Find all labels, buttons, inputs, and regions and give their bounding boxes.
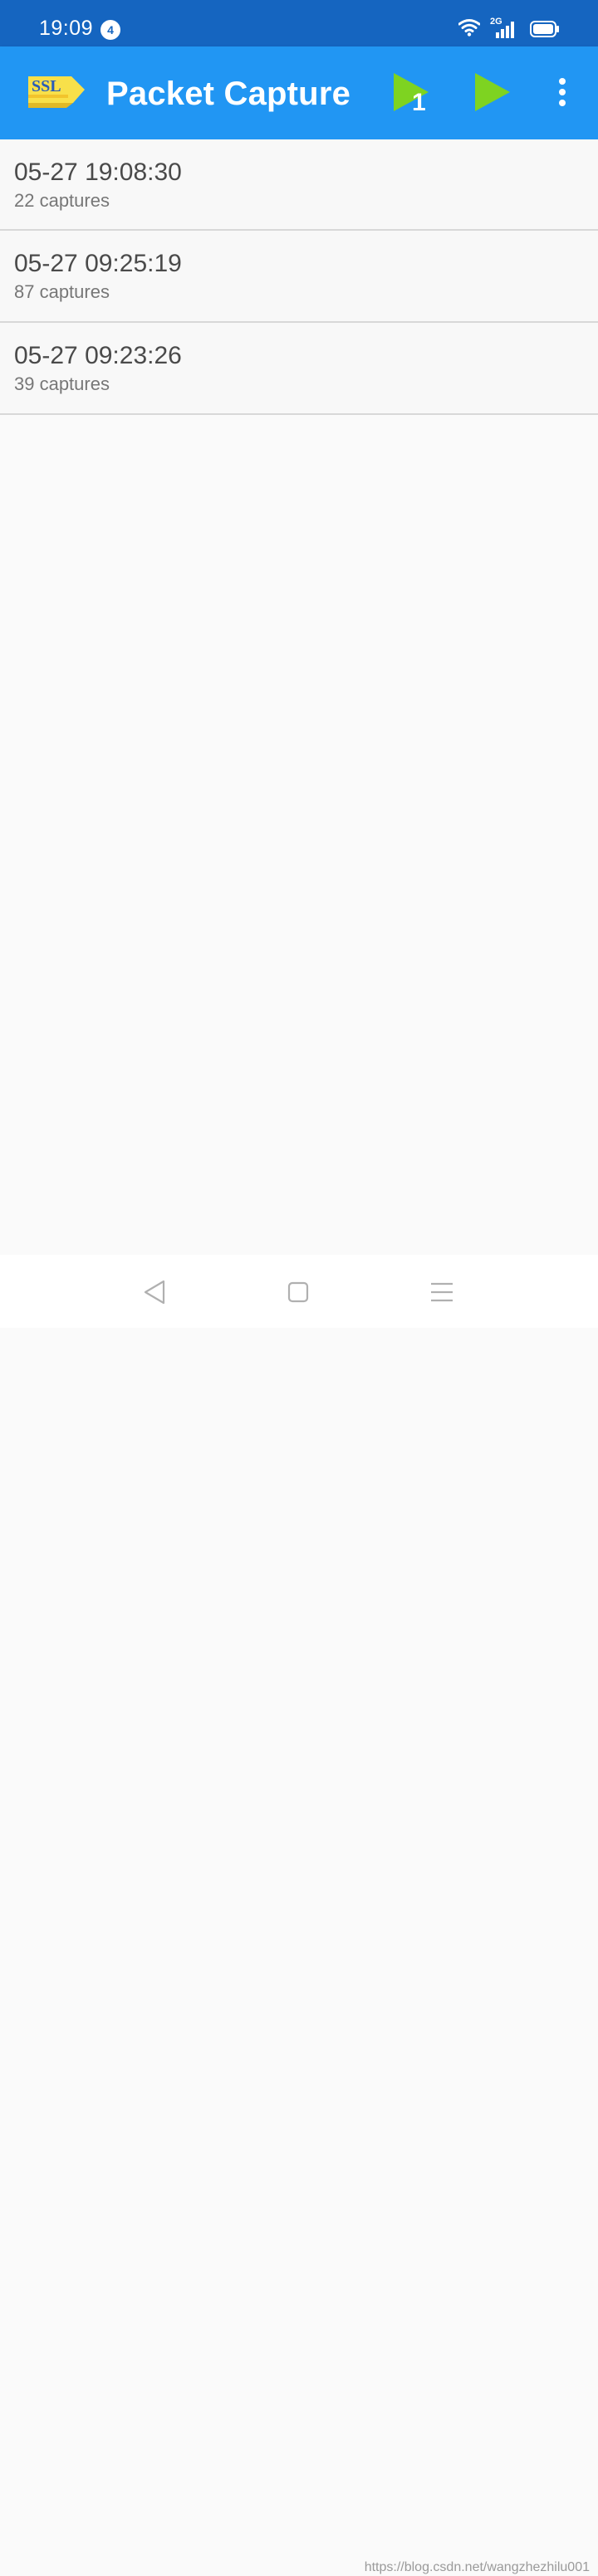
status-time: 19:09 bbox=[39, 17, 94, 40]
play-button[interactable] bbox=[463, 65, 520, 121]
session-item[interactable]: 05-27 19:08:30 22 captures bbox=[0, 139, 598, 231]
session-count: 22 captures bbox=[14, 190, 110, 211]
navigation-bar: https://blog.csdn.net/wangzhezhilu001 bbox=[0, 1255, 598, 2574]
session-list: 05-27 19:08:30 22 captures 05-27 09:25:1… bbox=[0, 139, 598, 415]
play-one-badge: 1 bbox=[412, 89, 426, 116]
app-title: Packet Capture bbox=[106, 76, 351, 112]
battery-icon bbox=[530, 21, 559, 37]
more-options-button[interactable] bbox=[533, 65, 591, 121]
signal-icon bbox=[496, 22, 514, 38]
back-icon bbox=[144, 1280, 165, 1305]
play-one-button[interactable]: 1 bbox=[382, 65, 439, 121]
session-time: 05-27 19:08:30 bbox=[14, 159, 182, 186]
app-bar: SSL Packet Capture 1 bbox=[0, 46, 598, 139]
session-time: 05-27 09:25:19 bbox=[14, 250, 182, 277]
session-item[interactable]: 05-27 09:23:26 39 captures bbox=[0, 323, 598, 415]
nav-back-button[interactable] bbox=[135, 1271, 176, 1313]
session-time: 05-27 09:23:26 bbox=[14, 342, 182, 369]
session-item[interactable]: 05-27 09:25:19 87 captures bbox=[0, 231, 598, 323]
play-icon bbox=[475, 73, 510, 111]
menu-icon bbox=[431, 1282, 453, 1302]
status-bar: 19:09 4 2G bbox=[0, 0, 598, 46]
watermark-text: https://blog.csdn.net/wangzhezhilu001 bbox=[364, 2560, 590, 2574]
signal-indicator: 2G bbox=[490, 17, 518, 41]
ssl-logo-icon: SSL bbox=[28, 76, 85, 108]
notification-badge: 4 bbox=[100, 20, 120, 40]
session-count: 39 captures bbox=[14, 373, 110, 394]
nav-home-button[interactable] bbox=[277, 1271, 319, 1313]
home-icon bbox=[287, 1281, 309, 1303]
logo-text: SSL bbox=[32, 77, 61, 95]
session-count: 87 captures bbox=[14, 281, 110, 302]
more-vert-icon bbox=[559, 78, 566, 106]
wifi-icon bbox=[458, 19, 480, 37]
nav-menu-button[interactable] bbox=[421, 1271, 463, 1313]
